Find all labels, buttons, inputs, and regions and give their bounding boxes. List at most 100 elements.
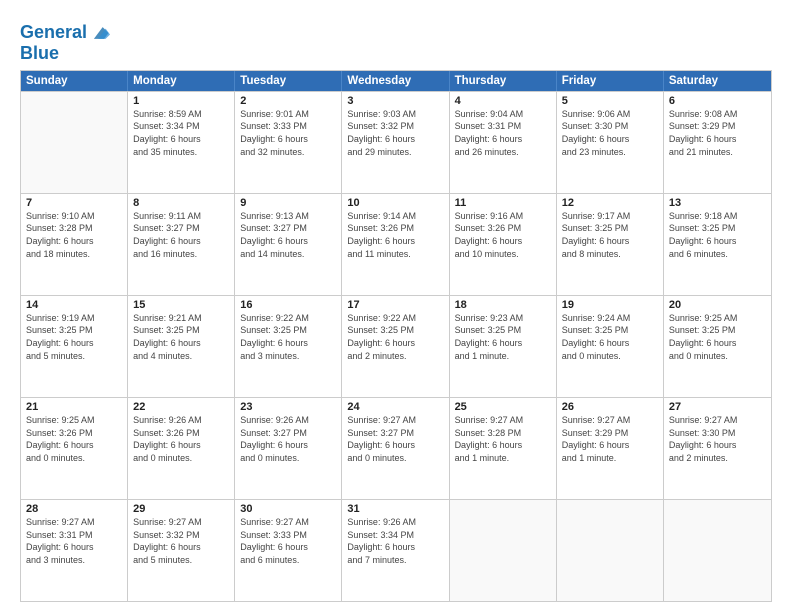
day-number: 7 [26,197,122,209]
calendar-cell: 4Sunrise: 9:04 AM Sunset: 3:31 PM Daylig… [450,92,557,193]
calendar-cell: 30Sunrise: 9:27 AM Sunset: 3:33 PM Dayli… [235,500,342,601]
calendar-cell [450,500,557,601]
calendar-cell: 25Sunrise: 9:27 AM Sunset: 3:28 PM Dayli… [450,398,557,499]
day-number: 3 [347,95,443,107]
calendar-cell: 7Sunrise: 9:10 AM Sunset: 3:28 PM Daylig… [21,194,128,295]
day-info: Sunrise: 9:22 AM Sunset: 3:25 PM Dayligh… [240,312,336,362]
day-number: 11 [455,197,551,209]
day-number: 5 [562,95,658,107]
header-day-friday: Friday [557,71,664,91]
day-info: Sunrise: 9:26 AM Sunset: 3:27 PM Dayligh… [240,414,336,464]
calendar-cell [557,500,664,601]
day-info: Sunrise: 9:04 AM Sunset: 3:31 PM Dayligh… [455,108,551,158]
day-info: Sunrise: 9:21 AM Sunset: 3:25 PM Dayligh… [133,312,229,362]
calendar-cell: 16Sunrise: 9:22 AM Sunset: 3:25 PM Dayli… [235,296,342,397]
calendar-cell: 6Sunrise: 9:08 AM Sunset: 3:29 PM Daylig… [664,92,771,193]
day-number: 14 [26,299,122,311]
day-number: 12 [562,197,658,209]
day-info: Sunrise: 9:27 AM Sunset: 3:28 PM Dayligh… [455,414,551,464]
calendar-cell: 26Sunrise: 9:27 AM Sunset: 3:29 PM Dayli… [557,398,664,499]
day-info: Sunrise: 9:27 AM Sunset: 3:33 PM Dayligh… [240,516,336,566]
calendar-cell: 14Sunrise: 9:19 AM Sunset: 3:25 PM Dayli… [21,296,128,397]
day-number: 30 [240,503,336,515]
day-info: Sunrise: 9:08 AM Sunset: 3:29 PM Dayligh… [669,108,766,158]
calendar: SundayMondayTuesdayWednesdayThursdayFrid… [20,70,772,602]
calendar-cell: 31Sunrise: 9:26 AM Sunset: 3:34 PM Dayli… [342,500,449,601]
day-number: 19 [562,299,658,311]
calendar-cell: 15Sunrise: 9:21 AM Sunset: 3:25 PM Dayli… [128,296,235,397]
logo-icon [88,22,110,44]
calendar-cell: 2Sunrise: 9:01 AM Sunset: 3:33 PM Daylig… [235,92,342,193]
calendar-cell: 21Sunrise: 9:25 AM Sunset: 3:26 PM Dayli… [21,398,128,499]
day-number: 31 [347,503,443,515]
day-number: 2 [240,95,336,107]
day-number: 6 [669,95,766,107]
calendar-cell: 3Sunrise: 9:03 AM Sunset: 3:32 PM Daylig… [342,92,449,193]
day-number: 29 [133,503,229,515]
day-number: 22 [133,401,229,413]
day-number: 17 [347,299,443,311]
day-number: 28 [26,503,122,515]
calendar-body: 1Sunrise: 8:59 AM Sunset: 3:34 PM Daylig… [21,91,771,601]
calendar-row-1: 1Sunrise: 8:59 AM Sunset: 3:34 PM Daylig… [21,91,771,193]
day-info: Sunrise: 9:24 AM Sunset: 3:25 PM Dayligh… [562,312,658,362]
calendar-cell: 8Sunrise: 9:11 AM Sunset: 3:27 PM Daylig… [128,194,235,295]
calendar-cell: 1Sunrise: 8:59 AM Sunset: 3:34 PM Daylig… [128,92,235,193]
calendar-cell: 24Sunrise: 9:27 AM Sunset: 3:27 PM Dayli… [342,398,449,499]
calendar-cell: 28Sunrise: 9:27 AM Sunset: 3:31 PM Dayli… [21,500,128,601]
header-day-wednesday: Wednesday [342,71,449,91]
calendar-cell: 5Sunrise: 9:06 AM Sunset: 3:30 PM Daylig… [557,92,664,193]
day-info: Sunrise: 9:14 AM Sunset: 3:26 PM Dayligh… [347,210,443,260]
day-number: 10 [347,197,443,209]
calendar-row-5: 28Sunrise: 9:27 AM Sunset: 3:31 PM Dayli… [21,499,771,601]
day-info: Sunrise: 9:11 AM Sunset: 3:27 PM Dayligh… [133,210,229,260]
calendar-cell [664,500,771,601]
logo-text: General [20,23,87,43]
day-number: 23 [240,401,336,413]
day-number: 20 [669,299,766,311]
day-number: 8 [133,197,229,209]
calendar-row-3: 14Sunrise: 9:19 AM Sunset: 3:25 PM Dayli… [21,295,771,397]
day-number: 27 [669,401,766,413]
day-info: Sunrise: 9:19 AM Sunset: 3:25 PM Dayligh… [26,312,122,362]
calendar-header: SundayMondayTuesdayWednesdayThursdayFrid… [21,71,771,91]
day-info: Sunrise: 9:23 AM Sunset: 3:25 PM Dayligh… [455,312,551,362]
day-info: Sunrise: 9:25 AM Sunset: 3:25 PM Dayligh… [669,312,766,362]
calendar-cell: 20Sunrise: 9:25 AM Sunset: 3:25 PM Dayli… [664,296,771,397]
day-number: 21 [26,401,122,413]
day-number: 15 [133,299,229,311]
day-info: Sunrise: 9:27 AM Sunset: 3:30 PM Dayligh… [669,414,766,464]
day-info: Sunrise: 9:27 AM Sunset: 3:31 PM Dayligh… [26,516,122,566]
day-number: 16 [240,299,336,311]
calendar-cell: 12Sunrise: 9:17 AM Sunset: 3:25 PM Dayli… [557,194,664,295]
calendar-row-2: 7Sunrise: 9:10 AM Sunset: 3:28 PM Daylig… [21,193,771,295]
day-info: Sunrise: 9:01 AM Sunset: 3:33 PM Dayligh… [240,108,336,158]
calendar-cell: 9Sunrise: 9:13 AM Sunset: 3:27 PM Daylig… [235,194,342,295]
day-info: Sunrise: 9:16 AM Sunset: 3:26 PM Dayligh… [455,210,551,260]
day-number: 26 [562,401,658,413]
calendar-cell: 13Sunrise: 9:18 AM Sunset: 3:25 PM Dayli… [664,194,771,295]
day-number: 18 [455,299,551,311]
day-number: 13 [669,197,766,209]
logo: General Blue [20,22,110,64]
calendar-cell: 18Sunrise: 9:23 AM Sunset: 3:25 PM Dayli… [450,296,557,397]
page-header: General Blue [20,18,772,64]
day-info: Sunrise: 9:27 AM Sunset: 3:27 PM Dayligh… [347,414,443,464]
header-day-sunday: Sunday [21,71,128,91]
day-info: Sunrise: 9:26 AM Sunset: 3:26 PM Dayligh… [133,414,229,464]
day-info: Sunrise: 9:26 AM Sunset: 3:34 PM Dayligh… [347,516,443,566]
calendar-row-4: 21Sunrise: 9:25 AM Sunset: 3:26 PM Dayli… [21,397,771,499]
day-info: Sunrise: 9:25 AM Sunset: 3:26 PM Dayligh… [26,414,122,464]
header-day-saturday: Saturday [664,71,771,91]
calendar-cell: 17Sunrise: 9:22 AM Sunset: 3:25 PM Dayli… [342,296,449,397]
day-number: 9 [240,197,336,209]
header-day-monday: Monday [128,71,235,91]
day-info: Sunrise: 9:27 AM Sunset: 3:29 PM Dayligh… [562,414,658,464]
day-number: 4 [455,95,551,107]
day-info: Sunrise: 9:06 AM Sunset: 3:30 PM Dayligh… [562,108,658,158]
day-info: Sunrise: 9:22 AM Sunset: 3:25 PM Dayligh… [347,312,443,362]
calendar-cell: 19Sunrise: 9:24 AM Sunset: 3:25 PM Dayli… [557,296,664,397]
day-info: Sunrise: 8:59 AM Sunset: 3:34 PM Dayligh… [133,108,229,158]
day-number: 1 [133,95,229,107]
day-number: 24 [347,401,443,413]
